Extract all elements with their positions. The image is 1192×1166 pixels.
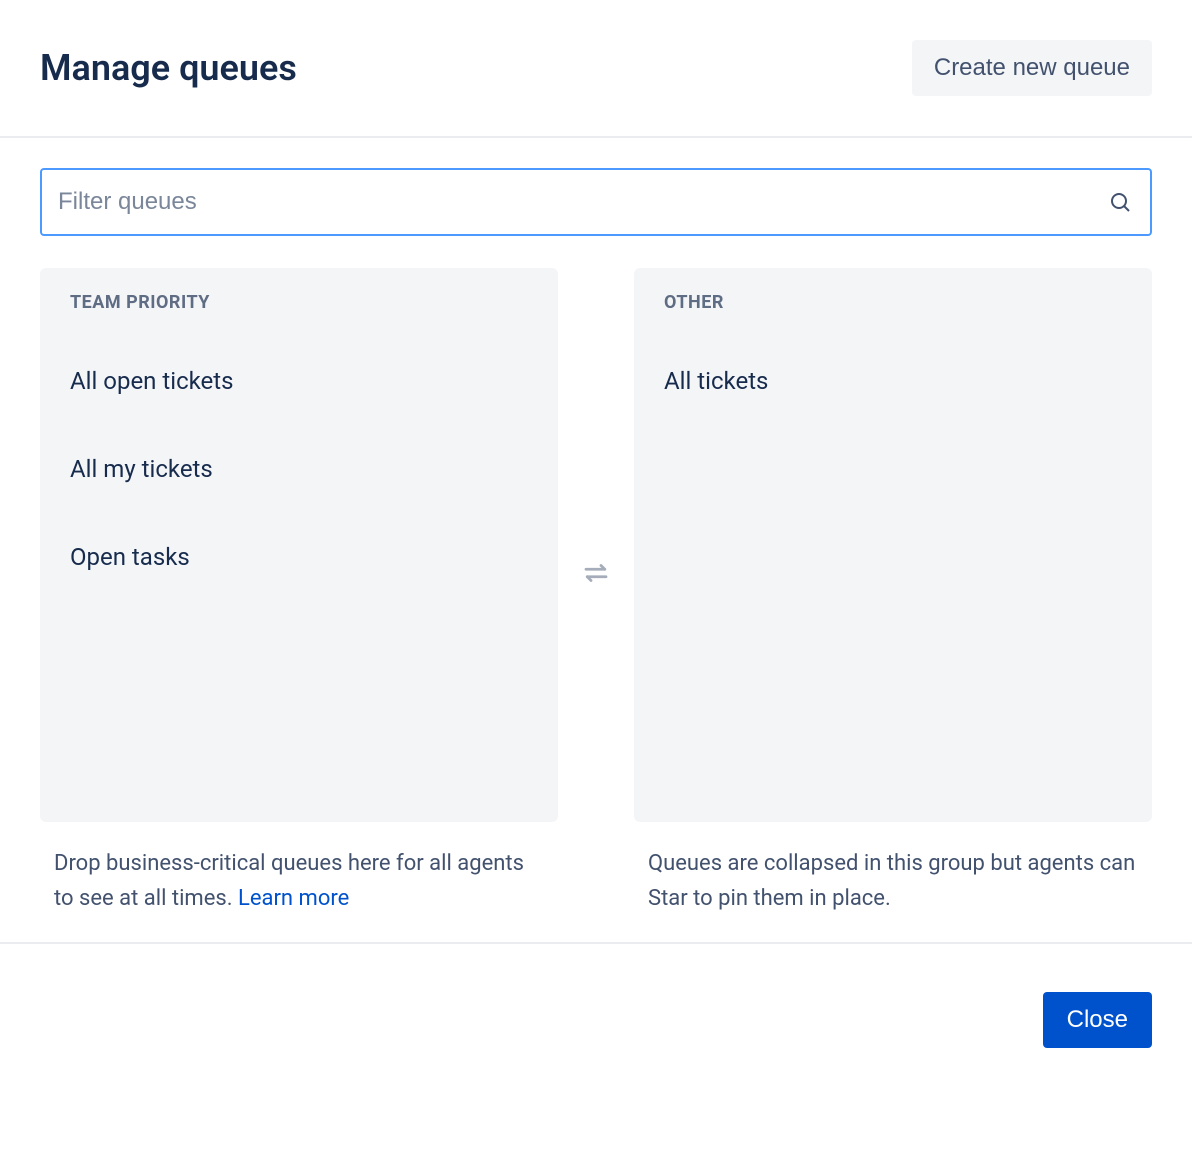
other-column[interactable]: OTHER All tickets	[634, 268, 1152, 822]
team-priority-header: TEAM PRIORITY	[70, 292, 528, 313]
queue-columns: TEAM PRIORITY All open tickets All my ti…	[40, 268, 1152, 822]
learn-more-link[interactable]: Learn more	[238, 886, 349, 911]
search-wrapper	[40, 168, 1152, 236]
dialog-content: TEAM PRIORITY All open tickets All my ti…	[0, 138, 1192, 946]
dialog-header: Manage queues Create new queue	[0, 0, 1192, 138]
filter-queues-input[interactable]	[40, 168, 1152, 236]
page-title: Manage queues	[40, 47, 297, 89]
close-button[interactable]: Close	[1043, 992, 1152, 1048]
other-description: Queues are collapsed in this group but a…	[634, 846, 1152, 916]
queue-item[interactable]: Open tasks	[70, 525, 528, 589]
team-priority-description: Drop business-critical queues here for a…	[40, 846, 558, 916]
search-icon	[1108, 190, 1132, 214]
queue-item[interactable]: All open tickets	[70, 349, 528, 413]
queue-item[interactable]: All my tickets	[70, 437, 528, 501]
dialog-footer: Close	[0, 942, 1192, 1096]
column-descriptions: Drop business-critical queues here for a…	[40, 846, 1152, 916]
team-priority-column[interactable]: TEAM PRIORITY All open tickets All my ti…	[40, 268, 558, 822]
swap-icon	[581, 558, 611, 588]
queue-item[interactable]: All tickets	[664, 349, 1122, 413]
other-header: OTHER	[664, 292, 1122, 313]
create-new-queue-button[interactable]: Create new queue	[912, 40, 1152, 96]
